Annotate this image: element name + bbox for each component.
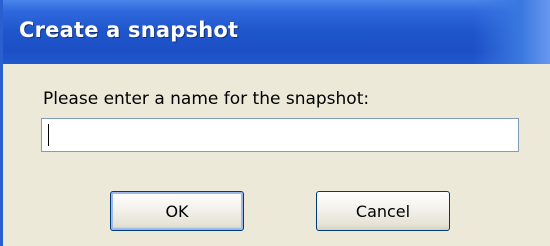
ok-button[interactable]: OK [110, 191, 244, 231]
title-bar[interactable]: Create a snapshot [3, 0, 550, 64]
text-caret [48, 124, 49, 146]
cancel-button[interactable]: Cancel [316, 191, 450, 231]
snapshot-name-label: Please enter a name for the snapshot: [43, 89, 370, 109]
create-snapshot-dialog: Create a snapshot Please enter a name fo… [0, 0, 550, 246]
snapshot-name-input[interactable] [41, 118, 519, 152]
dialog-title: Create a snapshot [19, 18, 239, 42]
